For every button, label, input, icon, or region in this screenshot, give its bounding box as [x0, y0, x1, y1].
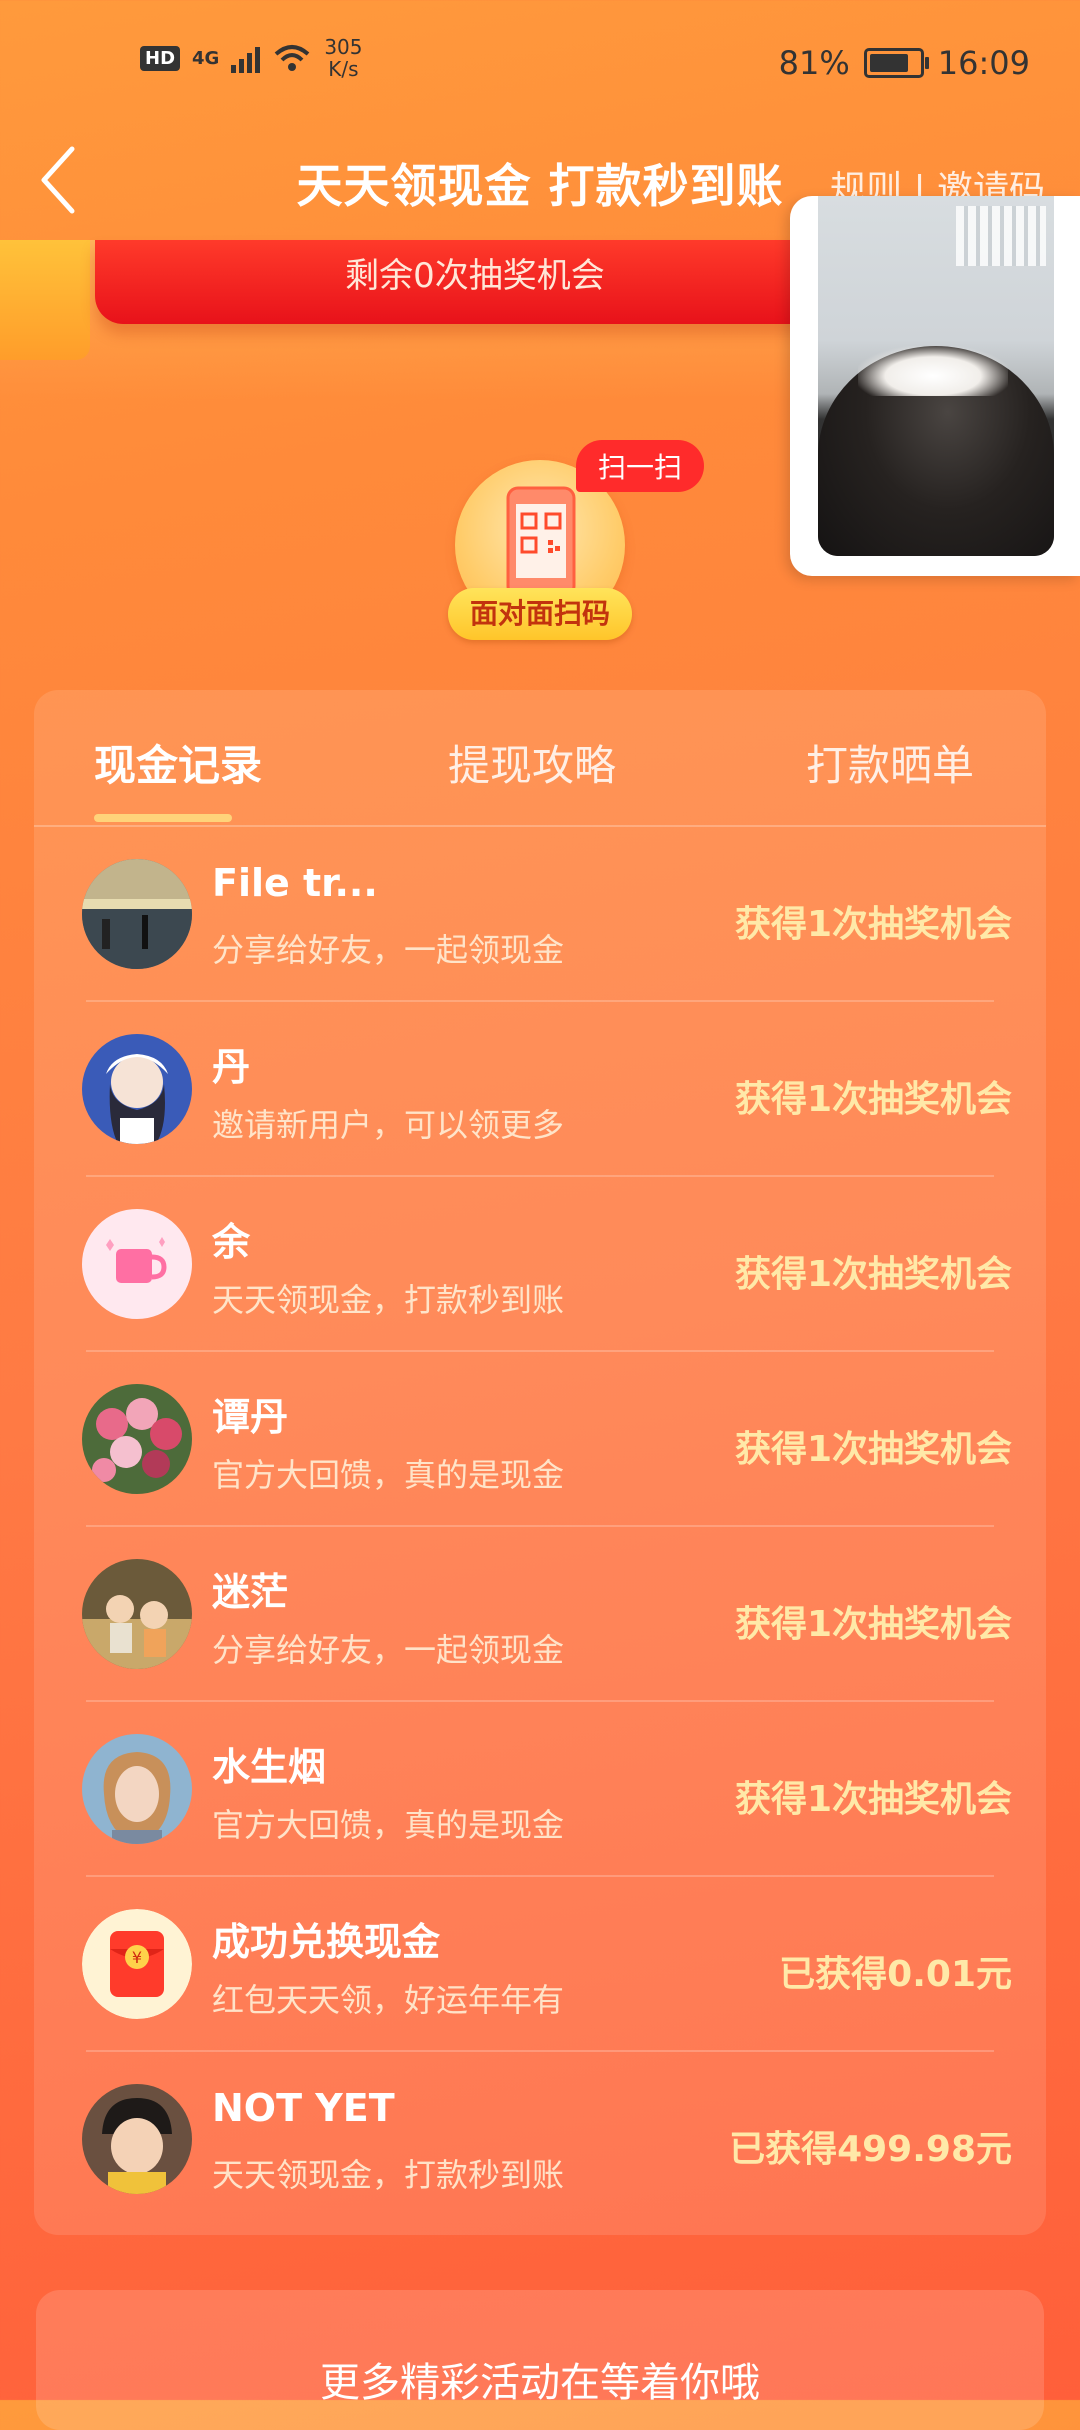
clock: 16:09: [937, 44, 1030, 82]
list-item[interactable]: NOT YET 天天领现金，打款秒到账 已获得499.98元: [34, 2052, 1046, 2227]
red-envelope-icon: ¥: [82, 1909, 192, 2019]
face-to-face-scan-button[interactable]: 扫一扫 面对面扫码: [440, 440, 705, 650]
list-item[interactable]: 丹 邀请新用户，可以领更多 获得1次抽奖机会: [34, 1002, 1046, 1177]
record-reward: 已获得0.01元: [779, 1954, 1012, 1995]
list-item[interactable]: 谭丹 官方大回馈，真的是现金 获得1次抽奖机会: [34, 1352, 1046, 1527]
record-desc: 天天领现金，打款秒到账: [212, 1281, 565, 1319]
more-activities-text: 更多精彩活动在等着你哦: [320, 2360, 760, 2406]
records-card: 现金记录 提现攻略 打款晒单 File tr... 分享给好友，一起领现金 获得…: [34, 690, 1046, 2235]
record-reward: 获得1次抽奖机会: [734, 1254, 1012, 1295]
avatar: [82, 1734, 192, 1844]
record-reward: 获得1次抽奖机会: [734, 1429, 1012, 1470]
network-type: 4G: [192, 47, 220, 69]
tab-bar: 现金记录 提现攻略 打款晒单: [34, 690, 1046, 827]
list-item[interactable]: File tr... 分享给好友，一起领现金 获得1次抽奖机会: [34, 827, 1046, 1002]
record-name: File tr...: [212, 861, 378, 905]
avatar: [82, 2084, 192, 2194]
hd-badge: HD: [140, 45, 181, 71]
record-desc: 红包天天领，好运年年有: [212, 1981, 565, 2019]
battery-icon: [863, 48, 929, 78]
list-item[interactable]: ¥ 成功兑换现金 红包天天领，好运年年有 已获得0.01元: [34, 1877, 1046, 2052]
qr-phone-icon: [506, 486, 576, 598]
svg-text:¥: ¥: [132, 1948, 142, 1967]
status-bar: HD 4G 305 K/s 81% 16:09: [0, 0, 1080, 130]
avatar: [82, 1384, 192, 1494]
record-name: 水生烟: [212, 1745, 327, 1789]
record-desc: 天天领现金，打款秒到账: [212, 2156, 565, 2194]
video-preview: [818, 196, 1054, 556]
tab-cash-records[interactable]: 现金记录: [94, 732, 262, 793]
record-desc: 官方大回馈，真的是现金: [212, 1456, 565, 1494]
signal-icon: [231, 43, 261, 73]
record-reward: 获得1次抽奖机会: [734, 1779, 1012, 1820]
network-speed: 305 K/s: [324, 35, 363, 81]
record-desc: 官方大回馈，真的是现金: [212, 1806, 565, 1844]
floating-video-window[interactable]: [790, 196, 1080, 576]
avatar: [82, 1034, 192, 1144]
scan-label: 面对面扫码: [448, 588, 632, 640]
record-desc: 分享给好友，一起领现金: [212, 1631, 565, 1669]
record-name: 迷茫: [212, 1570, 289, 1614]
tab-indicator: [94, 814, 232, 822]
tab-withdraw-guide[interactable]: 提现攻略: [448, 732, 616, 793]
wifi-icon: [275, 45, 310, 71]
record-reward: 获得1次抽奖机会: [734, 1604, 1012, 1645]
avatar: [82, 1559, 192, 1669]
list-item[interactable]: 迷茫 分享给好友，一起领现金 获得1次抽奖机会: [34, 1527, 1046, 1702]
remaining-chances: 剩余0次抽奖机会: [95, 240, 855, 324]
record-name: 余: [212, 1220, 251, 1264]
record-reward: 获得1次抽奖机会: [734, 904, 1012, 945]
record-list: File tr... 分享给好友，一起领现金 获得1次抽奖机会 丹 邀请新用户，…: [34, 827, 1046, 2227]
more-activities-banner[interactable]: 更多精彩活动在等着你哦: [36, 2290, 1044, 2430]
list-item[interactable]: 余 天天领现金，打款秒到账 获得1次抽奖机会: [34, 1177, 1046, 1352]
scan-badge: 扫一扫: [576, 440, 705, 492]
record-name: 丹: [212, 1045, 251, 1089]
battery-percent: 81%: [778, 44, 850, 82]
record-desc: 邀请新用户，可以领更多: [212, 1106, 565, 1144]
banner-decoration: [0, 240, 90, 360]
cup-icon: [82, 1209, 192, 1319]
record-reward: 获得1次抽奖机会: [734, 1079, 1012, 1120]
record-reward: 已获得499.98元: [729, 2129, 1012, 2170]
record-name: 成功兑换现金: [212, 1920, 441, 1964]
list-item[interactable]: 水生烟 官方大回馈，真的是现金 获得1次抽奖机会: [34, 1702, 1046, 1877]
avatar: [82, 859, 192, 969]
record-name: 谭丹: [212, 1395, 289, 1439]
record-desc: 分享给好友，一起领现金: [212, 931, 565, 969]
tab-payment-showcase[interactable]: 打款晒单: [806, 732, 974, 793]
record-name: NOT YET: [212, 2086, 395, 2130]
